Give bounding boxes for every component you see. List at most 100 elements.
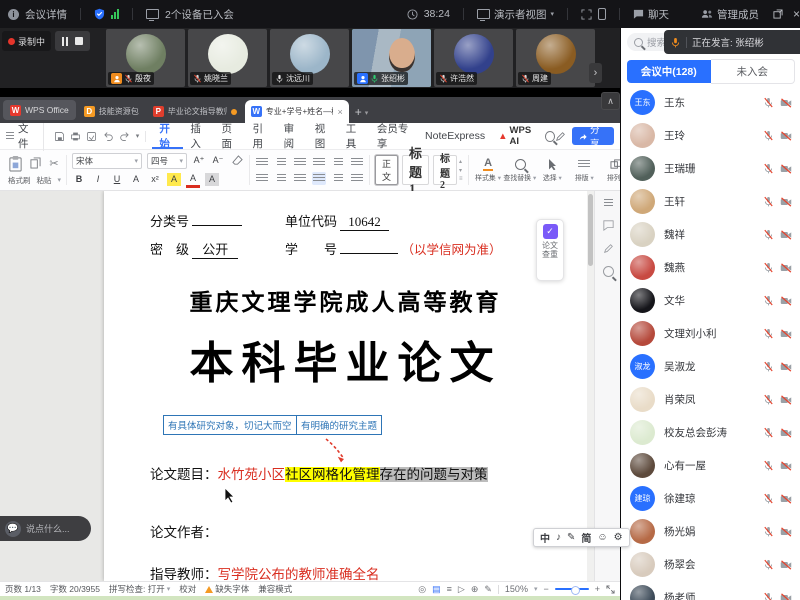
member-row[interactable]: 王轩	[621, 185, 800, 218]
member-camera-off-button[interactable]	[780, 395, 792, 405]
member-mic-muted-button[interactable]	[763, 361, 774, 372]
video-tile[interactable]: 张绍彬	[352, 29, 431, 87]
font-name-select[interactable]: 宋体▾	[72, 153, 142, 169]
format-painter-button[interactable]: 格式刷	[8, 175, 30, 186]
paragraph-tool-icon[interactable]	[255, 156, 269, 169]
close-tab-icon[interactable]: ×	[338, 107, 343, 117]
popout-panel-icon[interactable]	[773, 9, 783, 19]
strip-collapse-button[interactable]: ∧	[601, 92, 620, 110]
member-row[interactable]: 魏祥	[621, 218, 800, 251]
member-mic-muted-button[interactable]	[763, 460, 774, 471]
zoom-out-button[interactable]: −	[543, 584, 548, 594]
tab-in-meeting[interactable]: 会议中(128)	[627, 60, 711, 83]
menu-item-引用[interactable]: 引用	[246, 124, 277, 149]
member-mic-muted-button[interactable]	[763, 163, 774, 174]
wps-document-tab[interactable]: P 毕业论文指导教师修改意见（2024.	[147, 100, 243, 123]
member-camera-off-button[interactable]	[780, 98, 792, 108]
paste-label[interactable]: 粘贴	[36, 175, 51, 186]
member-camera-off-button[interactable]	[780, 263, 792, 273]
style-chip-heading1[interactable]: 标题 1	[402, 155, 429, 185]
ribbon-tool-2[interactable]: 查找替换 ▾	[506, 157, 535, 183]
chat-panel-button[interactable]: 聊天	[633, 7, 669, 22]
paragraph-tool-icon[interactable]	[274, 156, 288, 169]
bold-button[interactable]: B	[72, 173, 86, 186]
wps-document-tab[interactable]: D 技能资源包	[78, 100, 145, 123]
member-camera-off-button[interactable]	[780, 230, 792, 240]
member-mic-muted-button[interactable]	[763, 196, 774, 207]
wps-ai-button[interactable]: ▲WPS AI	[498, 125, 539, 147]
video-tile[interactable]: 殷夜	[106, 29, 185, 87]
add-page-icon[interactable]: ⊕	[471, 584, 479, 595]
theme-toggle-icon[interactable]: ◎	[418, 584, 426, 595]
menu-item-NoteExpress[interactable]: NoteExpress	[418, 124, 492, 149]
wps-home-tab[interactable]: W WPS Office	[3, 100, 76, 120]
chevron-down-icon[interactable]: ▾	[136, 132, 140, 140]
new-tab-button[interactable]: +	[355, 105, 362, 119]
tab-list-caret-icon[interactable]: ▾	[365, 109, 369, 117]
style-chip-heading2[interactable]: 标题 2	[433, 155, 457, 185]
member-camera-off-button[interactable]	[780, 461, 792, 471]
member-mic-muted-button[interactable]	[763, 394, 774, 405]
member-mic-muted-button[interactable]	[763, 229, 774, 240]
redo-icon[interactable]	[119, 131, 131, 142]
member-row[interactable]: 建琼徐建琼	[621, 482, 800, 515]
outline-tool-icon[interactable]	[604, 199, 613, 208]
document-canvas[interactable]: 分类号 单位代码 10642 密 级 公开 学 号 （以学信网为准） 重庆文理学…	[0, 191, 620, 581]
video-tile[interactable]: 周建	[516, 29, 595, 87]
zoom-slider-thumb[interactable]	[571, 586, 580, 595]
fullscreen-icon[interactable]	[581, 9, 592, 20]
member-camera-off-button[interactable]	[780, 296, 792, 306]
highlight-button[interactable]: A	[167, 173, 181, 186]
copy-icon[interactable]	[28, 157, 42, 170]
save-icon[interactable]	[54, 131, 65, 142]
member-row[interactable]: 王东王东	[621, 86, 800, 119]
underline-button[interactable]: U	[110, 173, 124, 186]
strip-next-page-button[interactable]: ›	[589, 63, 602, 83]
member-mic-muted-button[interactable]	[763, 559, 774, 570]
comment-tool-icon[interactable]	[603, 220, 614, 231]
video-tile[interactable]: 姚晓兰	[188, 29, 267, 87]
status-item[interactable]: 校对	[179, 583, 196, 595]
paragraph-tool-icon[interactable]	[331, 156, 345, 169]
member-camera-off-button[interactable]	[780, 164, 792, 174]
ime-settings-icon[interactable]: ⚙	[614, 532, 623, 543]
shield-icon[interactable]	[94, 8, 105, 20]
menu-item-审阅[interactable]: 审阅	[277, 124, 308, 149]
ink-icon[interactable]: ✎	[484, 584, 492, 595]
member-camera-off-button[interactable]	[780, 593, 792, 600]
devices-joined-label[interactable]: 2个设备已入会	[165, 7, 234, 22]
member-row[interactable]: 肖荣凤	[621, 383, 800, 416]
undo-icon[interactable]	[102, 131, 114, 142]
mobile-device-icon[interactable]	[598, 8, 606, 20]
pen-tool-icon[interactable]	[603, 243, 614, 254]
outline-view-icon[interactable]: ≡	[447, 584, 452, 594]
member-camera-off-button[interactable]	[780, 329, 792, 339]
ime-voice-icon[interactable]: ♪	[556, 532, 561, 543]
style-chip-body[interactable]: 正文	[375, 155, 398, 185]
member-row[interactable]: 杨光娟	[621, 515, 800, 548]
share-button[interactable]: 分享	[572, 127, 614, 145]
member-mic-muted-button[interactable]	[763, 526, 774, 537]
ime-emoji-icon[interactable]: ☺	[597, 532, 607, 543]
read-mode-icon[interactable]: ▷	[458, 584, 465, 595]
member-mic-muted-button[interactable]	[763, 295, 774, 306]
presenter-view-button[interactable]: 演示者视图 ▾	[477, 7, 554, 22]
member-row[interactable]: 王瑞珊	[621, 152, 800, 185]
zoom-slider[interactable]	[555, 588, 589, 590]
paragraph-tool-icon[interactable]	[312, 156, 326, 169]
member-row[interactable]: 王玲	[621, 119, 800, 152]
strike-button[interactable]: A	[129, 173, 143, 186]
manage-members-button[interactable]: 管理成员	[701, 7, 759, 22]
clear-format-icon[interactable]	[230, 154, 244, 167]
ribbon-tool-4[interactable]: 排版 ▾	[570, 157, 599, 183]
member-row[interactable]: 淑龙吴淑龙	[621, 350, 800, 383]
chat-quick-input[interactable]: 💬 说点什么...	[0, 516, 91, 541]
paper-check-widget[interactable]: ✓ 论文查重	[536, 219, 564, 281]
member-mic-muted-button[interactable]	[763, 130, 774, 141]
member-camera-off-button[interactable]	[780, 131, 792, 141]
char-border-button[interactable]: A	[205, 173, 219, 186]
paragraph-tool-icon[interactable]	[350, 172, 364, 185]
superscript-button[interactable]: x²	[148, 173, 162, 186]
member-row[interactable]: 杨老师	[621, 581, 800, 600]
paragraph-tool-icon[interactable]	[293, 156, 307, 169]
